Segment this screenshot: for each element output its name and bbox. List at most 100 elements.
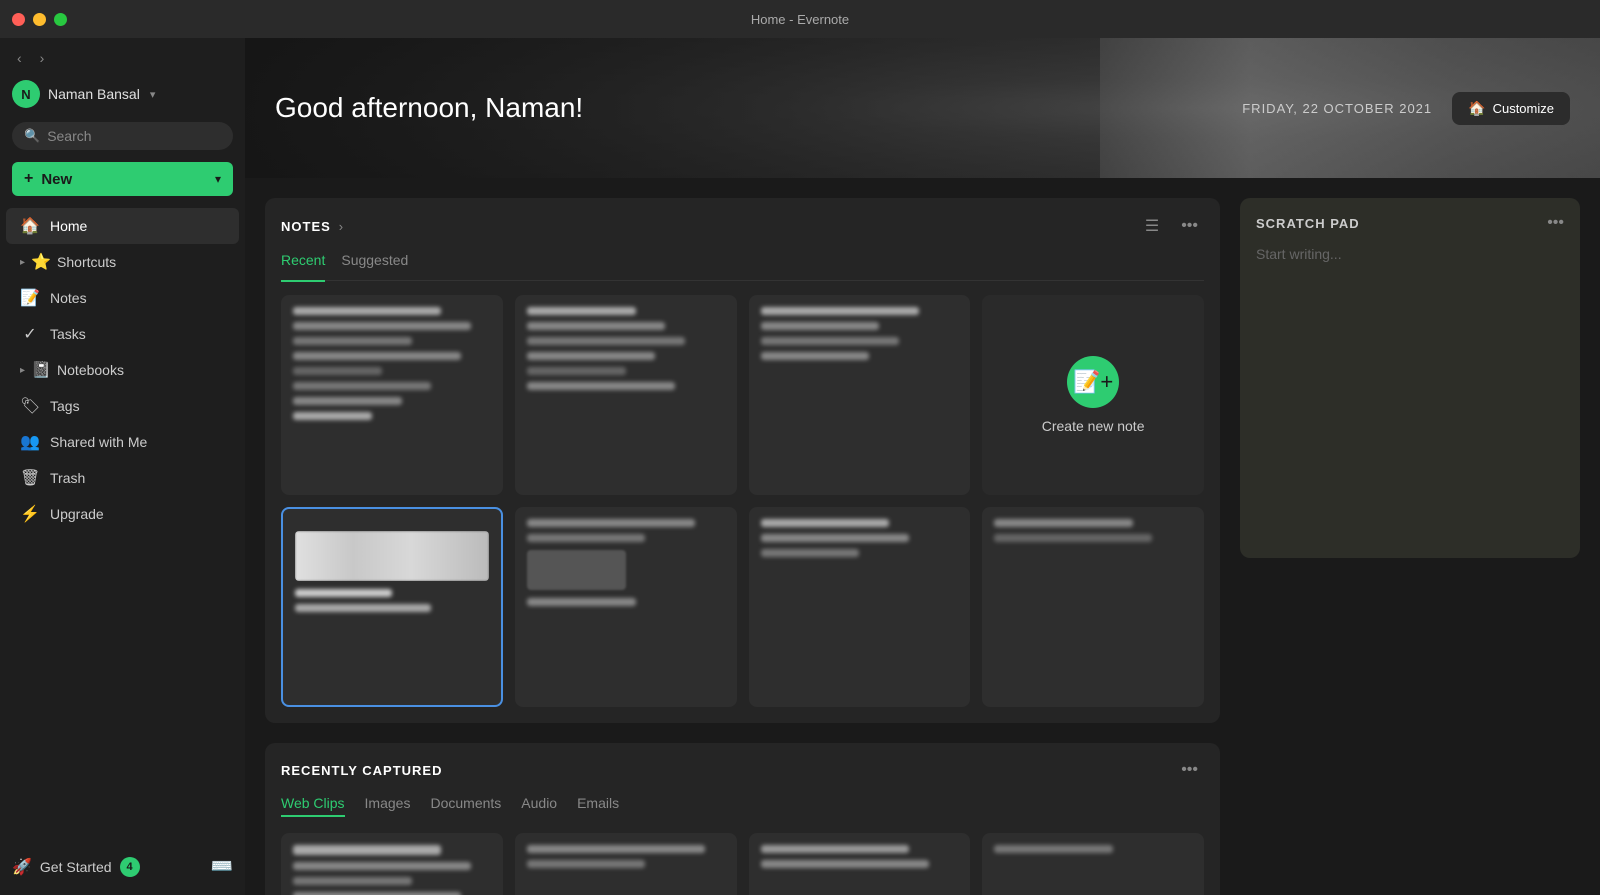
captured-item[interactable] [281, 833, 503, 895]
nav-forward-button[interactable]: › [35, 48, 50, 68]
notes-widget-header: NOTES › ☰ ••• [281, 214, 1204, 238]
sidebar-item-tags[interactable]: 🏷 Tags [6, 388, 239, 424]
titlebar: Home - Evernote [0, 0, 1600, 38]
note-card[interactable] [515, 295, 737, 495]
search-placeholder: Search [47, 128, 91, 144]
note-content-line [293, 322, 471, 330]
main-content: Good afternoon, Naman! FRIDAY, 22 OCTOBE… [245, 38, 1600, 895]
customize-button[interactable]: 🏠 Customize [1452, 92, 1570, 125]
hero-date: FRIDAY, 22 OCTOBER 2021 [1242, 101, 1432, 116]
scratch-pad-widget: SCRATCH PAD ••• Start writing... [1240, 198, 1580, 558]
sidebar-item-shortcuts[interactable]: ▸ ⭐ Shortcuts [6, 244, 239, 280]
sidebar-item-shared-label: Shared with Me [50, 434, 147, 450]
fullscreen-button[interactable] [54, 13, 67, 26]
recently-captured-header: RECENTLY CAPTURED ••• [281, 759, 1204, 781]
note-card[interactable] [749, 507, 971, 707]
avatar: N [12, 80, 40, 108]
note-card[interactable] [281, 295, 503, 495]
recently-captured-widget: RECENTLY CAPTURED ••• Web Clips Images D… [265, 743, 1220, 895]
notes-tabs: Recent Suggested [281, 252, 1204, 281]
scratch-pad-header: SCRATCH PAD ••• [1256, 214, 1564, 232]
chevron-right-icon-2: ▸ [20, 365, 25, 376]
notes-view-toggle-button[interactable]: ☰ [1139, 214, 1165, 238]
captured-grid [281, 833, 1204, 895]
tab-emails[interactable]: Emails [577, 795, 619, 817]
note-content-line [527, 352, 656, 360]
note-card[interactable] [281, 507, 503, 707]
tab-images[interactable]: Images [365, 795, 411, 817]
captured-item[interactable] [515, 833, 737, 895]
tab-audio[interactable]: Audio [521, 795, 557, 817]
note-content-line [527, 367, 626, 375]
sidebar-item-shared[interactable]: 👥 Shared with Me [6, 424, 239, 460]
notes-grid-row2 [281, 507, 1204, 707]
search-icon: 🔍 [24, 128, 40, 144]
sidebar-item-shortcuts-label: Shortcuts [57, 254, 116, 270]
shared-icon: 👥 [20, 432, 40, 452]
recently-captured-more-button[interactable]: ••• [1175, 759, 1204, 781]
note-card[interactable] [982, 507, 1204, 707]
note-content-line [527, 322, 665, 330]
sidebar-item-upgrade-label: Upgrade [50, 506, 104, 522]
badge-count: 4 [120, 857, 140, 877]
notes-arrow-icon[interactable]: › [339, 219, 343, 234]
captured-item[interactable] [749, 833, 971, 895]
sidebar-item-notebooks[interactable]: ▸ 📓 Notebooks [6, 352, 239, 388]
note-thumbnail [295, 531, 489, 581]
content-scroll: NOTES › ☰ ••• Recent Suggested [245, 178, 1600, 895]
customize-icon: 🏠 [1468, 100, 1485, 117]
sidebar-item-tasks[interactable]: ✓ Tasks [6, 316, 239, 352]
note-card[interactable] [749, 295, 971, 495]
chevron-down-icon: ▾ [150, 88, 156, 101]
tasks-icon: ✓ [20, 324, 40, 344]
sidebar-item-trash-label: Trash [50, 470, 85, 486]
search-bar[interactable]: 🔍 Search [12, 122, 233, 150]
customize-label: Customize [1493, 101, 1554, 116]
sidebar-item-tags-label: Tags [50, 398, 80, 414]
content-left: NOTES › ☰ ••• Recent Suggested [265, 198, 1220, 895]
keyboard-icon[interactable]: ⌨️ [211, 856, 233, 877]
nav-back-button[interactable]: ‹ [12, 48, 27, 68]
recently-captured-title: RECENTLY CAPTURED [281, 763, 442, 778]
sidebar-item-home[interactable]: 🏠 Home [6, 208, 239, 244]
scratch-pad-placeholder: Start writing... [1256, 246, 1342, 262]
captured-item[interactable] [982, 833, 1204, 895]
notes-grid: 📝+ Create new note [281, 295, 1204, 495]
window-title: Home - Evernote [751, 12, 849, 27]
user-profile[interactable]: N Naman Bansal ▾ [0, 74, 245, 118]
create-note-icon: 📝+ [1067, 356, 1119, 408]
new-button-chevron-icon: ▾ [215, 172, 221, 186]
note-content-line [761, 337, 899, 345]
sidebar-item-notebooks-label: Notebooks [57, 362, 124, 378]
user-name: Naman Bansal [48, 86, 140, 102]
tab-suggested[interactable]: Suggested [341, 252, 408, 270]
note-content-line [527, 337, 685, 345]
sidebar-item-home-label: Home [50, 218, 87, 234]
scratch-pad-title: SCRATCH PAD [1256, 216, 1360, 231]
note-content-line [293, 337, 412, 345]
get-started-label: Get Started [40, 859, 112, 875]
sidebar-item-trash[interactable]: 🗑 Trash [6, 460, 239, 496]
note-card[interactable] [515, 507, 737, 707]
new-button[interactable]: + New ▾ [12, 162, 233, 196]
create-note-button[interactable]: 📝+ Create new note [982, 295, 1204, 495]
tab-webclips[interactable]: Web Clips [281, 795, 345, 817]
note-content-line [293, 397, 402, 405]
scratch-pad-more-button[interactable]: ••• [1547, 214, 1564, 232]
sidebar-item-notes[interactable]: 📝 Notes [6, 280, 239, 316]
home-icon: 🏠 [20, 216, 40, 236]
notes-more-button[interactable]: ••• [1175, 215, 1204, 237]
sidebar-item-notes-label: Notes [50, 290, 87, 306]
tab-documents[interactable]: Documents [430, 795, 501, 817]
get-started-item[interactable]: 🚀 Get Started 4 [12, 857, 140, 877]
trash-icon: 🗑 [20, 468, 40, 488]
tab-recent[interactable]: Recent [281, 252, 325, 282]
notes-widget-title: NOTES [281, 219, 331, 234]
scratch-pad-body[interactable]: Start writing... [1256, 246, 1564, 262]
notes-widget: NOTES › ☰ ••• Recent Suggested [265, 198, 1220, 723]
note-content-line [761, 352, 870, 360]
upgrade-icon: ⚡ [20, 504, 40, 524]
close-button[interactable] [12, 13, 25, 26]
sidebar-item-upgrade[interactable]: ⚡ Upgrade [6, 496, 239, 532]
minimize-button[interactable] [33, 13, 46, 26]
